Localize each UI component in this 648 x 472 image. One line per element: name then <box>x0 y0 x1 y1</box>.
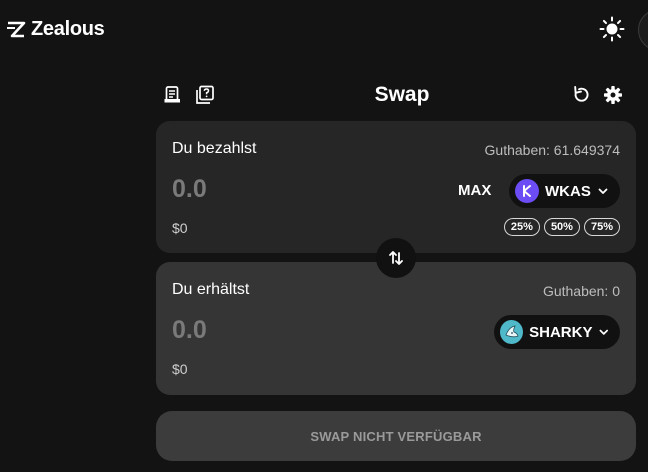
swap-unavailable-button[interactable]: SWAP NICHT VERFÜGBAR <box>156 411 636 461</box>
receive-label: Du erhältst <box>172 281 250 298</box>
pay-token-name: WKAS <box>545 182 591 200</box>
settings-gear-icon[interactable] <box>603 85 623 105</box>
wkas-token-icon <box>515 179 539 203</box>
sharky-token-icon <box>500 320 524 344</box>
receive-token-selector[interactable]: SHARKY <box>494 315 620 349</box>
receive-balance: Guthaben: 0 <box>542 283 620 299</box>
help-book-icon[interactable] <box>195 85 215 105</box>
refresh-icon[interactable] <box>571 85 591 105</box>
swap-header-right <box>571 85 623 105</box>
brand-logo[interactable]: Zealous <box>5 18 105 41</box>
percent-options: 25% 50% 75% <box>503 218 620 236</box>
percent-25-button[interactable]: 25% <box>503 218 540 236</box>
pay-card: Du bezahlst Guthaben: 61.649374 0.0 MAX … <box>156 121 636 253</box>
page-title: Swap <box>374 83 430 106</box>
zealous-logo-icon <box>7 21 26 37</box>
receive-token-name: SHARKY <box>529 323 593 341</box>
shark-icon <box>505 325 519 338</box>
pay-label: Du bezahlst <box>172 140 257 157</box>
switch-direction-button[interactable] <box>376 238 416 278</box>
sun-icon[interactable] <box>599 16 625 42</box>
pay-amount-input[interactable]: 0.0 <box>172 175 207 204</box>
swap-title-wrap: Swap <box>0 83 648 107</box>
swap-arrows-icon <box>389 251 403 265</box>
receive-amount-input[interactable]: 0.0 <box>172 316 207 345</box>
chevron-down-icon <box>598 188 608 194</box>
pay-usd-value: $0 <box>172 220 188 236</box>
percent-50-button[interactable]: 50% <box>543 218 580 236</box>
pay-token-selector[interactable]: WKAS <box>509 174 620 208</box>
percent-75-button[interactable]: 75% <box>583 218 620 236</box>
pay-balance: Guthaben: 61.649374 <box>484 142 620 158</box>
receive-card: Du erhältst Guthaben: 0 0.0 SHARKY $0 <box>156 262 636 395</box>
chevron-down-icon <box>599 329 609 335</box>
swap-header-left <box>163 85 215 105</box>
max-button[interactable]: MAX <box>458 182 491 199</box>
brand-name: Zealous <box>31 18 105 40</box>
receipt-icon[interactable] <box>163 85 183 105</box>
wallet-button[interactable] <box>638 9 648 51</box>
kaspa-k-icon <box>523 185 531 197</box>
receive-usd-value: $0 <box>172 361 188 377</box>
